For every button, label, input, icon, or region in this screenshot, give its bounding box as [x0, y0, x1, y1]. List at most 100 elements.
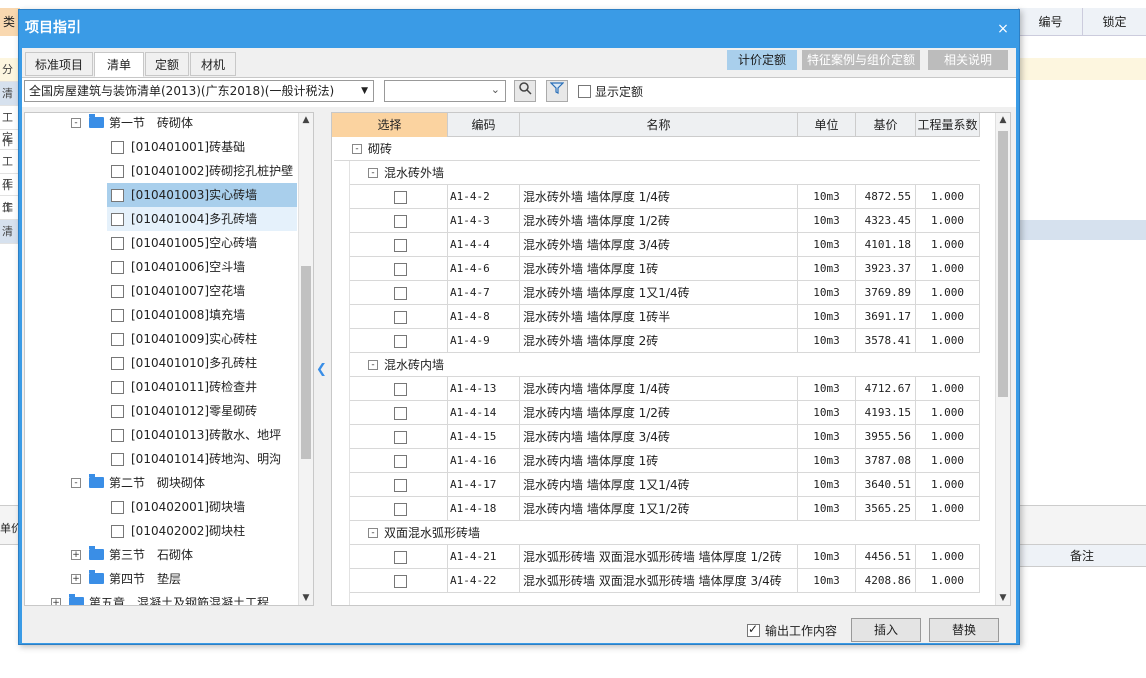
tree-checkbox[interactable]: [111, 189, 124, 202]
collapse-icon[interactable]: -: [368, 360, 378, 370]
row-checkbox[interactable]: [394, 574, 407, 588]
grid-row[interactable]: A1-4-22 混水弧形砖墙 双面混水弧形砖墙 墙体厚度 3/4砖 10m3 4208…: [350, 569, 980, 593]
tree-item[interactable]: [010401012]零星砌砖: [107, 399, 297, 423]
row-checkbox[interactable]: [394, 502, 407, 516]
col-unit-header[interactable]: 单位: [798, 113, 856, 137]
row-checkbox-cell[interactable]: [350, 401, 448, 425]
row-checkbox[interactable]: [394, 454, 407, 468]
grid-row[interactable]: A1-4-13 混水砖内墙 墙体厚度 1/4砖 10m3 4712.67 1.000: [350, 377, 980, 401]
row-checkbox-cell[interactable]: [350, 473, 448, 497]
col-factor-header[interactable]: 工程量系数: [916, 113, 980, 137]
scroll-thumb[interactable]: [998, 131, 1008, 397]
expand-icon[interactable]: +: [51, 598, 61, 605]
tab-bill[interactable]: 清单: [94, 52, 144, 77]
row-checkbox[interactable]: [394, 550, 407, 564]
row-checkbox-cell[interactable]: [350, 233, 448, 257]
output-work-option[interactable]: 输出工作内容: [747, 622, 837, 639]
grid-row[interactable]: A1-4-7 混水砖外墙 墙体厚度 1又1/4砖 10m3 3769.89 1.000: [350, 281, 980, 305]
tree-checkbox[interactable]: [111, 261, 124, 274]
library-select[interactable]: 全国房屋建筑与装饰清单(2013)(广东2018)(一般计税法) ▼: [24, 80, 374, 102]
grid-scrollbar[interactable]: ▲ ▼: [995, 113, 1010, 605]
row-checkbox-cell[interactable]: [350, 209, 448, 233]
tree-checkbox[interactable]: [111, 429, 124, 442]
col-code-header[interactable]: 编码: [448, 113, 520, 137]
row-checkbox[interactable]: [394, 190, 407, 204]
col-name-header[interactable]: 名称: [520, 113, 798, 137]
tree-item[interactable]: [010401013]砖散水、地坪: [107, 423, 297, 447]
collapse-icon[interactable]: -: [71, 118, 81, 128]
tree-item[interactable]: [010401001]砖基础: [107, 135, 297, 159]
row-checkbox[interactable]: [394, 310, 407, 324]
row-checkbox-cell[interactable]: [350, 497, 448, 521]
row-checkbox-cell[interactable]: [350, 377, 448, 401]
pricing-quota-button[interactable]: 计价定额: [727, 50, 797, 70]
search-combo[interactable]: ⌄: [384, 80, 506, 102]
grid-row[interactable]: A1-4-18 混水砖内墙 墙体厚度 1又1/2砖 10m3 3565.25 1.000: [350, 497, 980, 521]
show-quota-option[interactable]: 显示定额: [578, 83, 643, 100]
expand-icon[interactable]: +: [71, 550, 81, 560]
collapse-icon[interactable]: -: [71, 478, 81, 488]
row-checkbox[interactable]: [394, 238, 407, 252]
scroll-up-icon[interactable]: ▲: [299, 113, 313, 127]
tree-item[interactable]: [010401008]填充墙: [107, 303, 297, 327]
tree-item[interactable]: [010402001]砌块墙: [107, 495, 297, 519]
collapse-icon[interactable]: -: [352, 144, 362, 154]
row-checkbox-cell[interactable]: [350, 305, 448, 329]
row-checkbox[interactable]: [394, 262, 407, 276]
tree-checkbox[interactable]: [111, 237, 124, 250]
tree-checkbox[interactable]: [111, 333, 124, 346]
tree-section[interactable]: - 第二节 砌块砌体: [25, 471, 297, 495]
row-checkbox-cell[interactable]: [350, 425, 448, 449]
search-icon[interactable]: [514, 80, 536, 102]
tree-scrollbar[interactable]: ▲ ▼: [298, 113, 313, 605]
tab-material[interactable]: 材机: [190, 52, 236, 76]
tree-section[interactable]: + 第五章 混凝土及钢筋混凝土工程: [25, 591, 297, 605]
collapse-icon[interactable]: -: [368, 528, 378, 538]
tree-item[interactable]: [010401007]空花墙: [107, 279, 297, 303]
row-checkbox-cell[interactable]: [350, 449, 448, 473]
tree-item[interactable]: [010402002]砌块柱: [107, 519, 297, 543]
tree-checkbox[interactable]: [111, 381, 124, 394]
output-work-checkbox[interactable]: [747, 622, 760, 637]
grid-row[interactable]: A1-4-8 混水砖外墙 墙体厚度 1砖半 10m3 3691.17 1.000: [350, 305, 980, 329]
filter-icon[interactable]: [546, 80, 568, 102]
scroll-down-icon[interactable]: ▼: [299, 591, 313, 605]
row-checkbox-cell[interactable]: [350, 569, 448, 593]
tree-item[interactable]: [010401006]空斗墙: [107, 255, 297, 279]
expand-icon[interactable]: +: [71, 574, 81, 584]
grid-group-row[interactable]: - 砌砖: [334, 137, 980, 161]
grid-row[interactable]: A1-4-14 混水砖内墙 墙体厚度 1/2砖 10m3 4193.15 1.000: [350, 401, 980, 425]
grid-group-row[interactable]: - 混水砖内墙: [350, 353, 980, 377]
tree-item[interactable]: [010401002]砖砌挖孔桩护壁: [107, 159, 297, 183]
scroll-thumb[interactable]: [301, 266, 311, 459]
tree-checkbox[interactable]: [111, 165, 124, 178]
tree-item[interactable]: [010401011]砖检查井: [107, 375, 297, 399]
tree-checkbox[interactable]: [111, 525, 124, 538]
tree-section[interactable]: + 第四节 垫层: [25, 567, 297, 591]
row-checkbox[interactable]: [394, 430, 407, 444]
row-checkbox[interactable]: [394, 334, 407, 348]
tree-checkbox[interactable]: [111, 501, 124, 514]
related-notes-button[interactable]: 相关说明: [928, 50, 1008, 70]
grid-row[interactable]: A1-4-6 混水砖外墙 墙体厚度 1砖 10m3 3923.37 1.000: [350, 257, 980, 281]
tree-checkbox[interactable]: [111, 453, 124, 466]
row-checkbox-cell[interactable]: [350, 281, 448, 305]
collapse-icon[interactable]: -: [368, 168, 378, 178]
feature-case-button[interactable]: 特征案例与组价定额: [802, 50, 920, 70]
grid-row[interactable]: A1-4-15 混水砖内墙 墙体厚度 3/4砖 10m3 3955.56 1.000: [350, 425, 980, 449]
grid-group-row[interactable]: - 混水砖外墙: [350, 161, 980, 185]
tree-checkbox[interactable]: [111, 309, 124, 322]
tree-checkbox[interactable]: [111, 285, 124, 298]
tree-item[interactable]: [010401003]实心砖墙: [107, 183, 297, 207]
tree-item[interactable]: [010401014]砖地沟、明沟: [107, 447, 297, 471]
grid-row[interactable]: A1-4-2 混水砖外墙 墙体厚度 1/4砖 10m3 4872.55 1.000: [350, 185, 980, 209]
tree-item[interactable]: [010401010]多孔砖柱: [107, 351, 297, 375]
grid-row[interactable]: A1-4-16 混水砖内墙 墙体厚度 1砖 10m3 3787.08 1.000: [350, 449, 980, 473]
grid-row[interactable]: A1-4-3 混水砖外墙 墙体厚度 1/2砖 10m3 4323.45 1.000: [350, 209, 980, 233]
insert-button[interactable]: 插入: [851, 618, 921, 642]
tree-item[interactable]: [010401009]实心砖柱: [107, 327, 297, 351]
grid-row[interactable]: A1-4-21 混水弧形砖墙 双面混水弧形砖墙 墙体厚度 1/2砖 10m3 4456…: [350, 545, 980, 569]
grid-row[interactable]: A1-4-17 混水砖内墙 墙体厚度 1又1/4砖 10m3 3640.51 1.000: [350, 473, 980, 497]
show-quota-checkbox[interactable]: [578, 85, 591, 98]
grid-row[interactable]: A1-4-4 混水砖外墙 墙体厚度 3/4砖 10m3 4101.18 1.000: [350, 233, 980, 257]
